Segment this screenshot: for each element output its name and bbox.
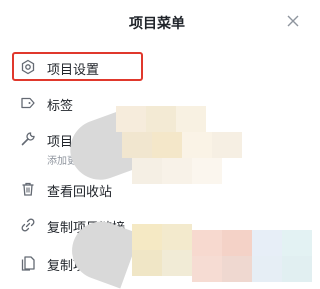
wrench-icon: [20, 131, 36, 147]
tag-icon: [20, 95, 36, 111]
menu-header: 项目菜单: [0, 0, 314, 44]
close-icon[interactable]: [284, 12, 302, 30]
trash-icon: [20, 181, 36, 197]
menu-item-label: 标签: [47, 99, 74, 114]
mosaic-overlay: [72, 90, 314, 282]
link-icon: [20, 217, 36, 233]
copy-icon: [20, 255, 36, 271]
highlight-box: [12, 52, 143, 81]
menu-title: 项目菜单: [129, 16, 185, 32]
